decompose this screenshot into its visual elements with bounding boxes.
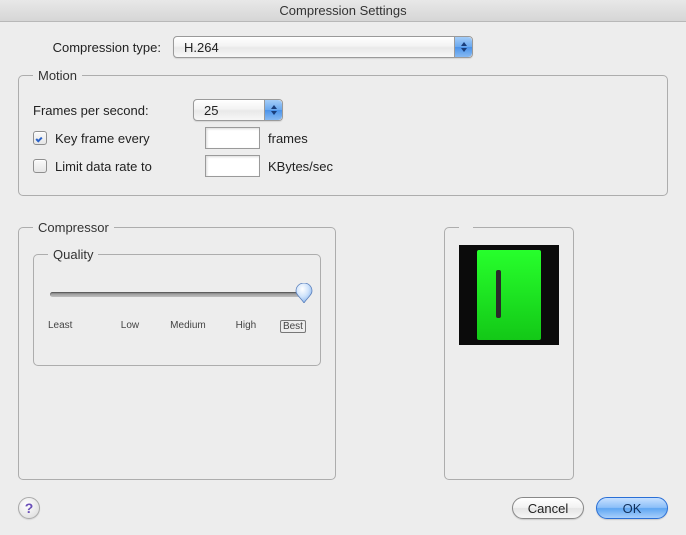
dropdown-arrows-icon xyxy=(454,37,472,57)
compressor-legend: Compressor xyxy=(33,220,114,235)
window-title: Compression Settings xyxy=(0,0,686,22)
compression-settings-window: Compression Settings Compression type: H… xyxy=(0,0,686,535)
keyframe-row: Key frame every frames xyxy=(33,127,653,149)
preview-thumbnail xyxy=(459,245,559,345)
keyframe-label: Key frame every xyxy=(55,131,205,146)
datarate-checkbox[interactable] xyxy=(33,159,47,173)
keyframe-checkbox[interactable] xyxy=(33,131,47,145)
dropdown-arrows-icon xyxy=(264,100,282,120)
datarate-input[interactable] xyxy=(205,155,260,177)
tick-least: Least xyxy=(48,320,96,333)
footer: ? Cancel OK xyxy=(0,485,686,535)
ok-button[interactable]: OK xyxy=(596,497,668,519)
slider-thumb-icon[interactable] xyxy=(295,283,313,303)
motion-fieldset: Motion Frames per second: 25 Key frame e… xyxy=(18,68,668,196)
fps-value: 25 xyxy=(204,103,218,118)
cancel-button[interactable]: Cancel xyxy=(512,497,584,519)
content-area: Compression type: H.264 Motion Frames pe… xyxy=(0,22,686,508)
tick-best: Best xyxy=(280,320,306,333)
datarate-label: Limit data rate to xyxy=(55,159,205,174)
tick-high: High xyxy=(222,320,270,333)
tick-low: Low xyxy=(106,320,154,333)
help-button[interactable]: ? xyxy=(18,497,40,519)
datarate-suffix: KBytes/sec xyxy=(268,159,333,174)
motion-legend: Motion xyxy=(33,68,82,83)
fps-select[interactable]: 25 xyxy=(193,99,283,121)
slider-track xyxy=(50,292,304,297)
compression-type-label: Compression type: xyxy=(18,40,173,55)
compressor-fieldset: Compressor Quality xyxy=(18,220,336,480)
compression-type-select[interactable]: H.264 xyxy=(173,36,473,58)
keyframe-suffix: frames xyxy=(268,131,308,146)
quality-legend: Quality xyxy=(48,247,98,262)
quality-tick-labels: Least Low Medium High Best xyxy=(48,320,306,333)
quality-slider[interactable] xyxy=(50,286,304,312)
greenscreen-graphic xyxy=(477,250,541,340)
compression-type-value: H.264 xyxy=(184,40,219,55)
quality-fieldset: Quality xyxy=(33,247,321,366)
preview-fieldset: . xyxy=(444,220,574,480)
lower-panels: Compressor Quality xyxy=(18,210,668,494)
datarate-row: Limit data rate to KBytes/sec xyxy=(33,155,653,177)
compression-type-row: Compression type: H.264 xyxy=(18,36,668,58)
keyframe-input[interactable] xyxy=(205,127,260,149)
fps-row: Frames per second: 25 xyxy=(33,99,653,121)
tick-medium: Medium xyxy=(164,320,212,333)
fps-label: Frames per second: xyxy=(33,103,193,118)
